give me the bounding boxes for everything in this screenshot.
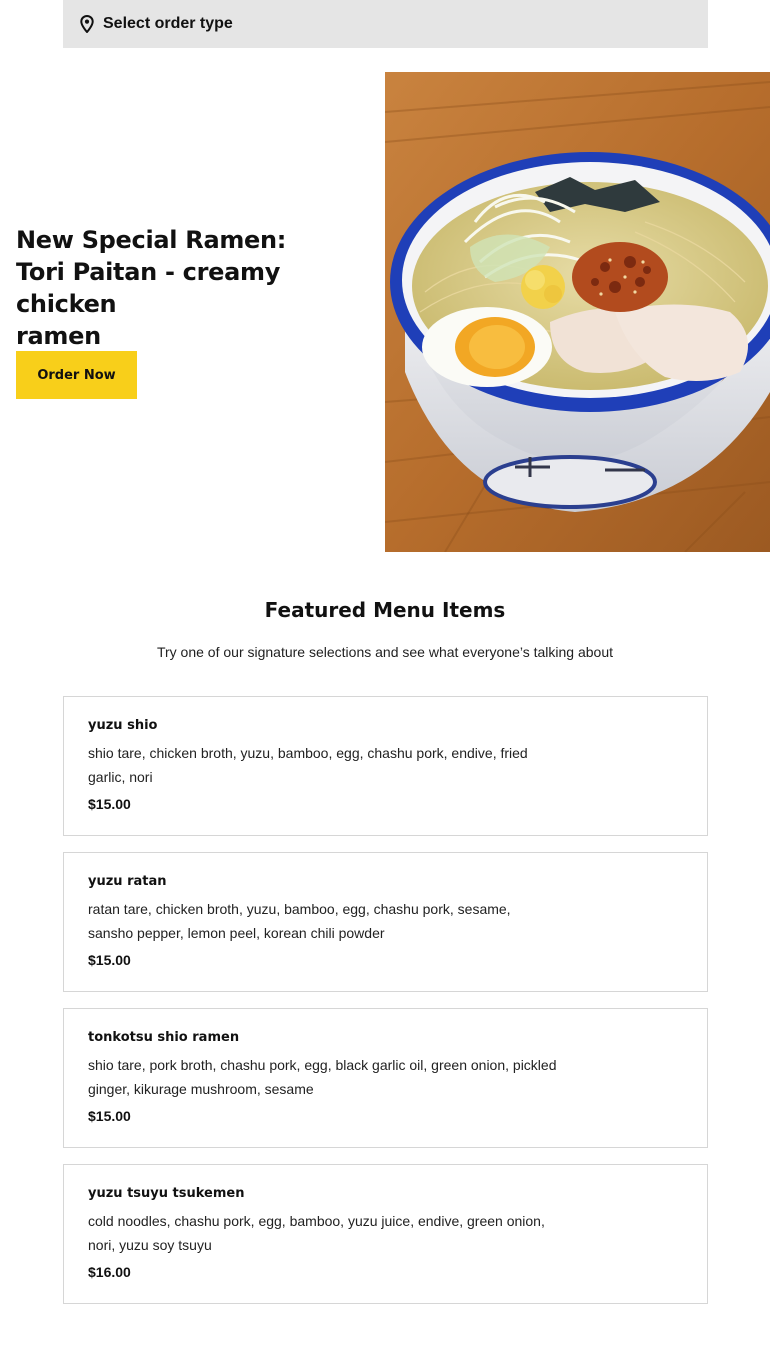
menu-item-price: $16.00 [88,1264,131,1280]
hero-ramen-image [385,72,770,552]
menu-item-description: shio tare, pork broth, chashu pork, egg,… [88,1057,557,1097]
menu-item-name: yuzu tsuyu tsukemen [88,1186,245,1201]
menu-item-card[interactable]: tonkotsu shio ramen shio tare, pork brot… [63,1008,708,1148]
menu-item-price: $15.00 [88,952,131,968]
menu-item-price: $15.00 [88,796,131,812]
menu-item-card[interactable]: yuzu shio shio tare, chicken broth, yuzu… [63,696,708,836]
featured-menu-list: yuzu shio shio tare, chicken broth, yuzu… [63,696,708,1320]
menu-item-description: cold noodles, chashu pork, egg, bamboo, … [88,1213,545,1253]
menu-item-name: tonkotsu shio ramen [88,1030,240,1045]
menu-item-card[interactable]: yuzu ratan ratan tare, chicken broth, yu… [63,852,708,992]
order-type-label: Select order type [103,15,233,32]
order-type-selector[interactable]: Select order type [63,0,708,48]
menu-item-description: shio tare, chicken broth, yuzu, bamboo, … [88,745,528,785]
menu-item-card[interactable]: yuzu tsuyu tsukemen cold noodles, chashu… [63,1164,708,1304]
menu-item-name: yuzu ratan [88,874,167,889]
map-pin-icon [80,15,94,33]
hero-title: New Special Ramen: Tori Paitan - creamy … [16,224,376,352]
hero-title-line: ramen [16,322,101,350]
order-now-button[interactable]: Order Now [16,351,137,399]
hero-text: New Special Ramen: Tori Paitan - creamy … [16,224,376,352]
featured-title: Featured Menu Items [264,598,506,622]
featured-subtitle: Try one of our signature selections and … [156,644,614,660]
hero-title-line: New Special Ramen: [16,226,287,254]
menu-item-name: yuzu shio [88,718,158,733]
hero-title-line: Tori Paitan - creamy chicken [16,258,281,318]
menu-item-price: $15.00 [88,1108,131,1124]
menu-item-description: ratan tare, chicken broth, yuzu, bamboo,… [88,901,511,941]
